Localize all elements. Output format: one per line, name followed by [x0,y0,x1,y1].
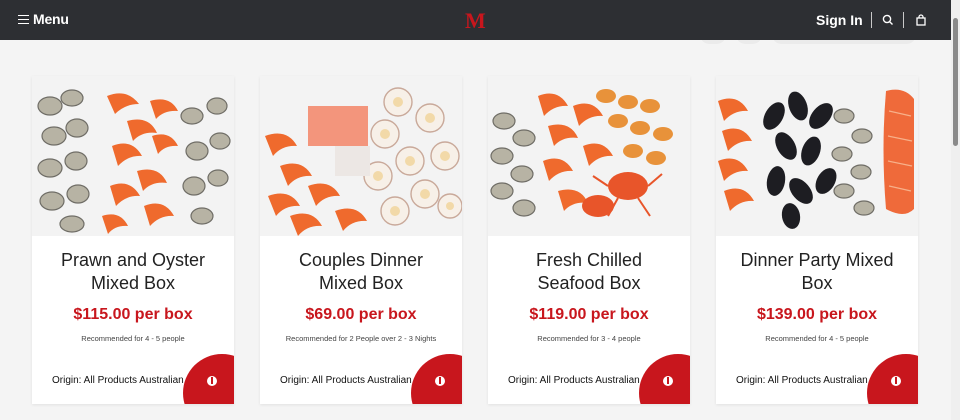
shopping-bag-icon[interactable] [914,13,928,27]
product-recommendation: Recommended for 4 - 5 people [765,334,869,343]
product-title[interactable]: Fresh Chilled Seafood Box [488,249,690,295]
page-scrollbar[interactable] [951,0,960,420]
product-image[interactable] [488,76,690,236]
info-icon [207,376,217,386]
menu-label: Menu [33,11,69,27]
product-recommendation: Recommended for 3 - 4 people [537,334,641,343]
product-card[interactable]: Couples Dinner Mixed Box $69.00 per box … [260,76,462,404]
product-image[interactable] [716,76,918,236]
product-title-line: Fresh Chilled [535,250,643,270]
product-title-line: Couples Dinner [298,250,424,270]
product-title-line: Mixed Box [318,273,404,293]
info-icon [663,376,673,386]
sign-in-link[interactable]: Sign In [816,12,863,28]
product-title-line: Dinner Party Mixed [740,250,894,270]
info-button[interactable] [183,354,234,404]
product-origin: Origin: All Products Australian [736,375,868,386]
info-icon [435,376,445,386]
product-recommendation: Recommended for 4 - 5 people [81,334,185,343]
product-recommendation: Recommended for 2 People over 2 - 3 Nigh… [285,334,437,343]
info-button[interactable] [411,354,462,404]
product-title[interactable]: Prawn and Oyster Mixed Box [32,249,234,295]
product-title-line: Mixed Box [90,273,176,293]
hamburger-icon [18,14,29,24]
search-icon[interactable] [881,13,895,27]
scrollbar-thumb[interactable] [953,18,958,146]
info-button[interactable] [639,354,690,404]
header-divider [871,12,872,28]
site-logo[interactable]: M [465,8,486,34]
product-origin: Origin: All Products Australian [52,375,184,386]
product-price: $119.00 per box [529,306,649,323]
product-price: $115.00 per box [73,306,193,323]
product-card[interactable]: Fresh Chilled Seafood Box $119.00 per bo… [488,76,690,404]
product-price: $69.00 per box [305,306,417,323]
product-image[interactable] [260,76,462,236]
product-card[interactable]: Prawn and Oyster Mixed Box $115.00 per b… [32,76,234,404]
product-title[interactable]: Couples Dinner Mixed Box [260,249,462,295]
product-title-line: Seafood Box [537,273,641,293]
product-origin: Origin: All Products Australian [280,375,412,386]
product-title[interactable]: Dinner Party Mixed Box [716,249,918,295]
site-header: Menu M Sign In [0,0,951,40]
product-origin: Origin: All Products Australian [508,375,640,386]
info-icon [891,376,901,386]
product-price: $139.00 per box [756,306,878,323]
product-image[interactable] [32,76,234,236]
product-card[interactable]: Dinner Party Mixed Box $139.00 per box R… [716,76,918,404]
info-button[interactable] [867,354,918,404]
product-title-line: Prawn and Oyster [60,250,206,270]
header-divider [903,12,904,28]
product-title-line: Box [801,273,833,293]
menu-button[interactable]: Menu [18,11,69,27]
